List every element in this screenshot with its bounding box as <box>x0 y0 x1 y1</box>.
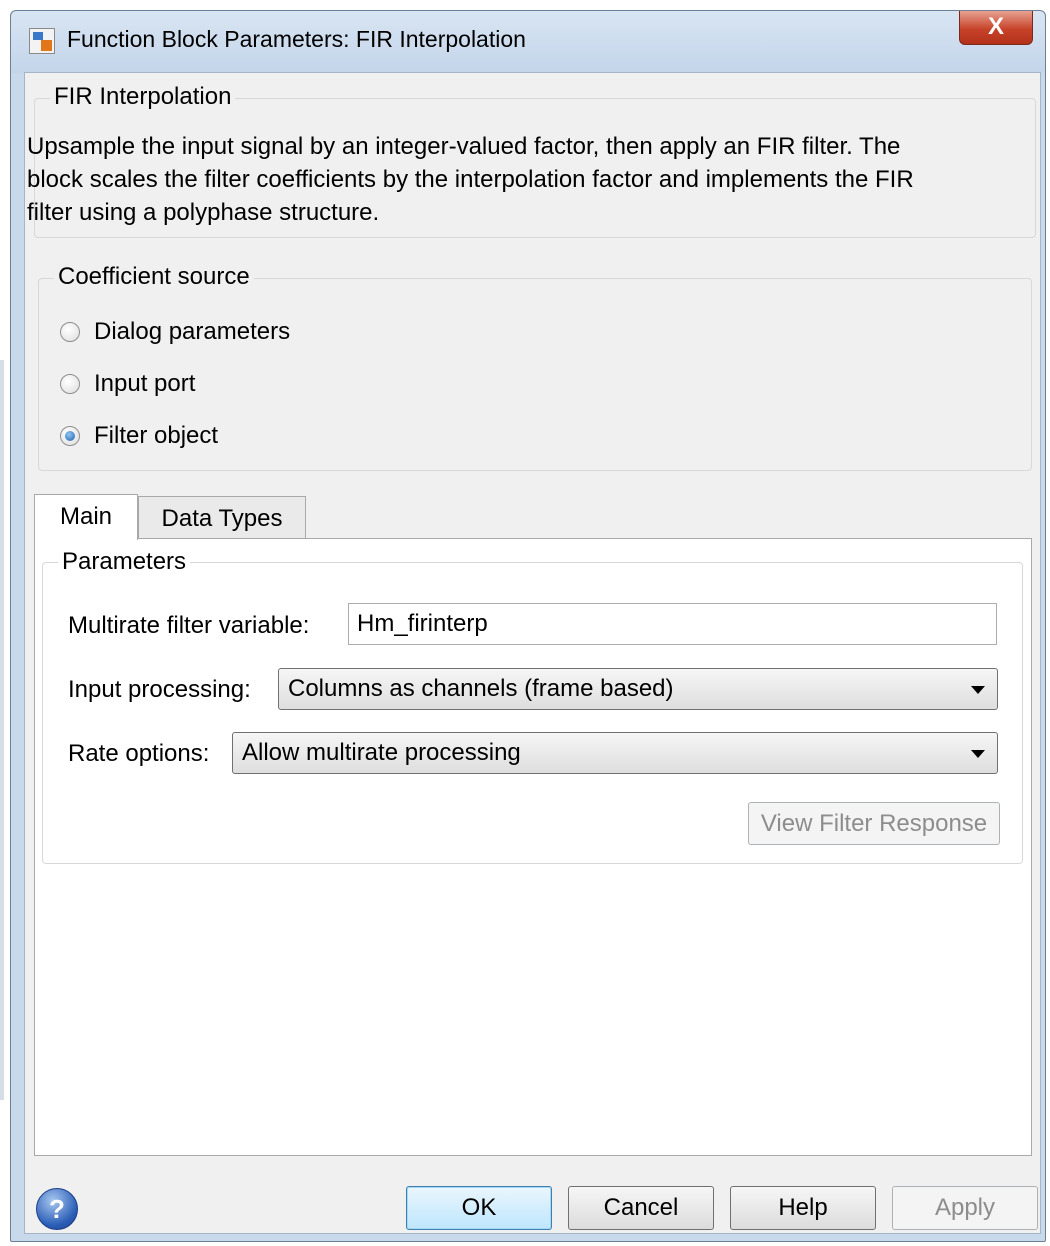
help-button[interactable]: Help <box>730 1186 876 1230</box>
rate-options-select[interactable]: Allow multirate processing <box>232 732 998 774</box>
background-strip <box>0 360 4 1100</box>
cancel-button[interactable]: Cancel <box>568 1186 714 1230</box>
radio-button[interactable] <box>60 374 80 394</box>
dropdown-arrow-icon <box>971 750 985 758</box>
icon-part-b <box>41 40 52 51</box>
radio-button[interactable] <box>60 322 80 342</box>
help-icon[interactable]: ? <box>36 1188 78 1230</box>
tab-main[interactable]: Main <box>34 494 138 540</box>
select-value: Columns as channels (frame based) <box>288 675 674 702</box>
view-filter-response-button[interactable]: View Filter Response <box>748 802 1000 845</box>
apply-button[interactable]: Apply <box>892 1186 1038 1230</box>
input-processing-label: Input processing: <box>68 676 251 703</box>
description-legend: FIR Interpolation <box>50 83 236 111</box>
description-line: Upsample the input signal by an integer-… <box>27 133 901 160</box>
radio-label: Dialog parameters <box>94 318 291 345</box>
multirate-filter-input[interactable]: Hm_firinterp <box>348 603 997 645</box>
dropdown-arrow-icon <box>971 686 985 694</box>
close-button[interactable]: X <box>959 11 1033 45</box>
block-description: Upsample the input signal by an integer-… <box>27 130 1007 229</box>
radio-label: Filter object <box>94 422 219 449</box>
radio-label: Input port <box>94 370 196 397</box>
coefficient-source-legend: Coefficient source <box>54 263 254 291</box>
select-value: Allow multirate processing <box>242 739 521 766</box>
input-processing-select[interactable]: Columns as channels (frame based) <box>278 668 998 710</box>
title-bar[interactable]: Function Block Parameters: FIR Interpola… <box>11 11 1045 73</box>
window-title: Function Block Parameters: FIR Interpola… <box>67 26 526 52</box>
radio-dialog-parameters[interactable]: Dialog parameters <box>60 318 290 346</box>
parameters-legend: Parameters <box>58 548 191 576</box>
radio-filter-object[interactable]: Filter object <box>60 422 218 450</box>
rate-options-label: Rate options: <box>68 740 210 767</box>
ok-button[interactable]: OK <box>406 1186 552 1230</box>
simulink-block-icon <box>29 28 55 54</box>
tab-data-types[interactable]: Data Types <box>138 496 306 538</box>
icon-part-a <box>33 32 43 40</box>
description-line: block scales the filter coefficients by … <box>27 166 914 193</box>
radio-button-selected[interactable] <box>60 426 80 446</box>
description-line: filter using a polyphase structure. <box>27 199 380 226</box>
radio-input-port[interactable]: Input port <box>60 370 195 398</box>
multirate-filter-label: Multirate filter variable: <box>68 612 310 639</box>
